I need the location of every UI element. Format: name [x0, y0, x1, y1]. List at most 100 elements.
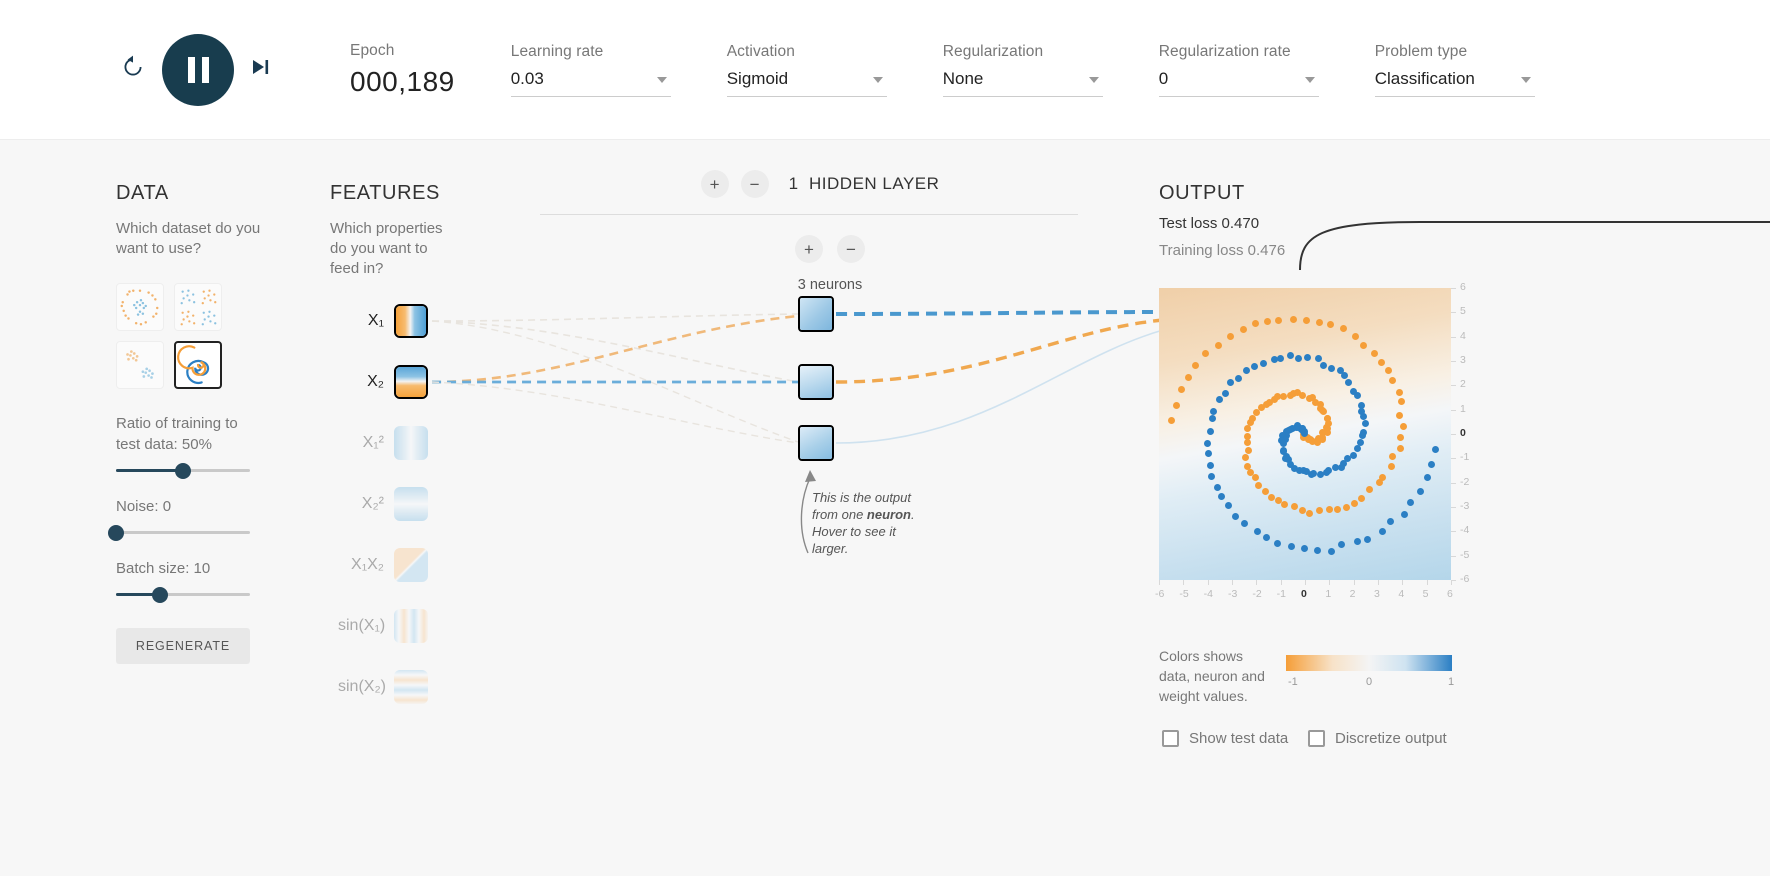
- add-neuron-button[interactable]: +: [795, 235, 823, 263]
- batch-size-slider-label: Batch size: 10: [116, 558, 266, 579]
- y-axis-label: 2: [1460, 378, 1466, 390]
- checkbox-icon[interactable]: [1308, 730, 1325, 747]
- checkbox-icon[interactable]: [1162, 730, 1179, 747]
- batch-size-slider-knob[interactable]: [152, 587, 168, 603]
- remove-neuron-button[interactable]: −: [837, 235, 865, 263]
- step-forward-icon[interactable]: [250, 57, 272, 82]
- learning-rate-select[interactable]: 0.03: [511, 69, 671, 97]
- remove-layer-button[interactable]: −: [741, 170, 769, 198]
- dataset-exclusive-or[interactable]: [174, 283, 222, 331]
- pause-icon: [188, 57, 209, 83]
- neuron-controls: + −: [560, 235, 1100, 263]
- data-point: [1343, 504, 1350, 511]
- data-point: [1389, 453, 1396, 460]
- feature-x1-squared[interactable]: X₁²: [338, 426, 428, 460]
- output-heatmap[interactable]: [1159, 288, 1451, 580]
- connection-arrow-icon: [427, 316, 428, 326]
- network-panel: + − 1 HIDDEN LAYER + − 3 neurons: [540, 170, 1100, 293]
- feature-x1-node[interactable]: [394, 304, 428, 338]
- data-point: [1287, 392, 1294, 399]
- data-point: [1207, 428, 1214, 435]
- feature-sin-x1-node[interactable]: [394, 609, 428, 643]
- y-axis-tick: [1451, 385, 1456, 386]
- hidden-neuron-1[interactable]: [798, 296, 834, 332]
- y-axis-label: 6: [1460, 281, 1466, 293]
- regenerate-button[interactable]: REGENERATE: [116, 628, 250, 664]
- data-point: [1264, 318, 1271, 325]
- reset-icon[interactable]: [120, 54, 146, 85]
- feature-x1-squared-node[interactable]: [394, 426, 428, 460]
- x-axis-tick: [1208, 580, 1209, 585]
- ratio-slider-knob[interactable]: [175, 463, 191, 479]
- regularization-label: Regularization: [943, 43, 1103, 61]
- data-point: [1385, 367, 1392, 374]
- play-pause-button[interactable]: [162, 34, 234, 106]
- regularization-select[interactable]: None: [943, 69, 1103, 97]
- y-axis-label: -1: [1460, 451, 1469, 463]
- chevron-down-icon: [1305, 77, 1315, 83]
- y-axis-label: 5: [1460, 305, 1466, 317]
- connection-arrow-icon: [833, 438, 834, 448]
- data-point: [1277, 355, 1284, 362]
- data-point: [1379, 528, 1386, 535]
- data-point: [1205, 450, 1212, 457]
- chevron-down-icon: [657, 77, 667, 83]
- data-point: [1389, 377, 1396, 384]
- data-point: [1326, 506, 1333, 513]
- data-point: [1232, 513, 1239, 520]
- connection-arrow-icon: [833, 309, 834, 319]
- add-layer-button[interactable]: +: [701, 170, 729, 198]
- feature-x1-label: X₁: [338, 312, 384, 330]
- feature-sin-x2[interactable]: sin(X₂): [338, 670, 428, 704]
- noise-slider-knob[interactable]: [108, 525, 124, 541]
- feature-x2-squared[interactable]: X₂²: [338, 487, 428, 521]
- data-point: [1358, 495, 1365, 502]
- activation-label: Activation: [727, 43, 887, 61]
- ratio-slider[interactable]: [116, 469, 250, 472]
- feature-x1[interactable]: X₁: [338, 304, 428, 338]
- show-test-data-checkbox[interactable]: Show test data: [1162, 730, 1288, 747]
- legend-min-label: -1: [1288, 676, 1298, 688]
- feature-x2-squared-node[interactable]: [394, 487, 428, 521]
- batch-size-slider[interactable]: [116, 593, 250, 596]
- x-axis-tick: [1378, 580, 1379, 585]
- feature-x2-node[interactable]: [394, 365, 428, 399]
- data-point: [1178, 386, 1185, 393]
- data-point: [1290, 316, 1297, 323]
- problem-type-select[interactable]: Classification: [1375, 69, 1535, 97]
- data-point: [1350, 452, 1357, 459]
- feature-sin-x1[interactable]: sin(X₁): [338, 609, 428, 643]
- feature-x2[interactable]: X₂: [338, 365, 428, 399]
- regularization-rate-select[interactable]: 0: [1159, 69, 1319, 97]
- data-panel-title: DATA: [116, 182, 266, 205]
- feature-x1x2-node[interactable]: [394, 548, 428, 582]
- dataset-circle[interactable]: [116, 283, 164, 331]
- learning-rate-value: 0.03: [511, 69, 544, 88]
- data-point: [1407, 499, 1414, 506]
- hidden-neuron-3[interactable]: [798, 425, 834, 461]
- feature-sin-x2-label: sin(X₂): [338, 678, 384, 696]
- playback-controls: [120, 34, 272, 106]
- feature-sin-x2-node[interactable]: [394, 670, 428, 704]
- feature-x2-label: X₂: [338, 373, 384, 391]
- noise-slider[interactable]: [116, 531, 250, 534]
- data-point: [1378, 359, 1385, 366]
- feature-x1x2[interactable]: X₁X₂: [338, 548, 428, 582]
- data-point: [1291, 503, 1298, 510]
- regularization-rate-label: Regularization rate: [1159, 43, 1319, 61]
- discretize-output-label: Discretize output: [1335, 730, 1447, 747]
- data-point: [1354, 445, 1361, 452]
- data-point: [1173, 402, 1180, 409]
- dataset-spiral[interactable]: [174, 341, 222, 389]
- x-axis-label: 2: [1350, 588, 1356, 600]
- data-point: [1244, 439, 1251, 446]
- discretize-output-checkbox[interactable]: Discretize output: [1308, 730, 1447, 747]
- x-axis-tick: [1329, 580, 1330, 585]
- dataset-gaussian[interactable]: [116, 341, 164, 389]
- hidden-neuron-2[interactable]: [798, 364, 834, 400]
- activation-select[interactable]: Sigmoid: [727, 69, 887, 97]
- x-axis-label: -5: [1179, 588, 1188, 600]
- epoch-value: 000,189: [350, 66, 455, 98]
- data-point: [1280, 440, 1287, 447]
- connection-arrow-icon: [833, 377, 834, 387]
